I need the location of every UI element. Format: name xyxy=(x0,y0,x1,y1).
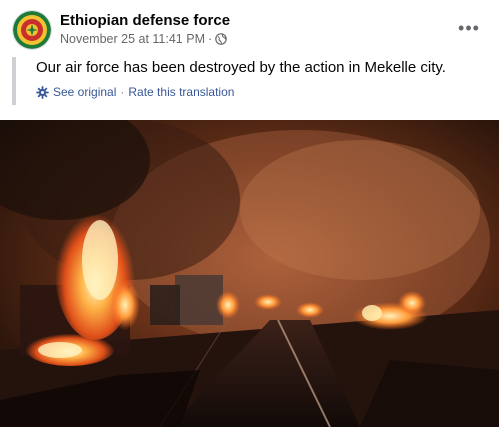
globe-icon xyxy=(215,33,227,45)
more-options-button[interactable]: ••• xyxy=(455,16,483,40)
translation-block: Our air force has been destroyed by the … xyxy=(12,57,484,105)
post-card: Ethiopian defense force November 25 at 1… xyxy=(0,0,499,427)
gear-icon[interactable] xyxy=(36,85,49,99)
post-photo[interactable] xyxy=(0,120,499,427)
links-separator: · xyxy=(120,85,125,99)
translated-post-text: Our air force has been destroyed by the … xyxy=(36,59,446,76)
page-avatar[interactable] xyxy=(12,10,52,50)
defense-force-emblem-icon xyxy=(13,11,51,49)
post-meta: November 25 at 11:41 PM · xyxy=(60,32,227,46)
page-name-link[interactable]: Ethiopian defense force xyxy=(60,12,230,29)
burning-convoy-photo xyxy=(0,120,499,427)
translation-links: See original · Rate this translation xyxy=(36,85,234,99)
more-horizontal-icon: ••• xyxy=(458,17,480,38)
see-original-link[interactable]: See original xyxy=(53,85,116,99)
meta-separator: · xyxy=(207,32,213,46)
post-timestamp[interactable]: November 25 at 11:41 PM xyxy=(60,32,205,46)
rate-translation-link[interactable]: Rate this translation xyxy=(128,85,234,99)
post-header: Ethiopian defense force November 25 at 1… xyxy=(12,10,487,54)
